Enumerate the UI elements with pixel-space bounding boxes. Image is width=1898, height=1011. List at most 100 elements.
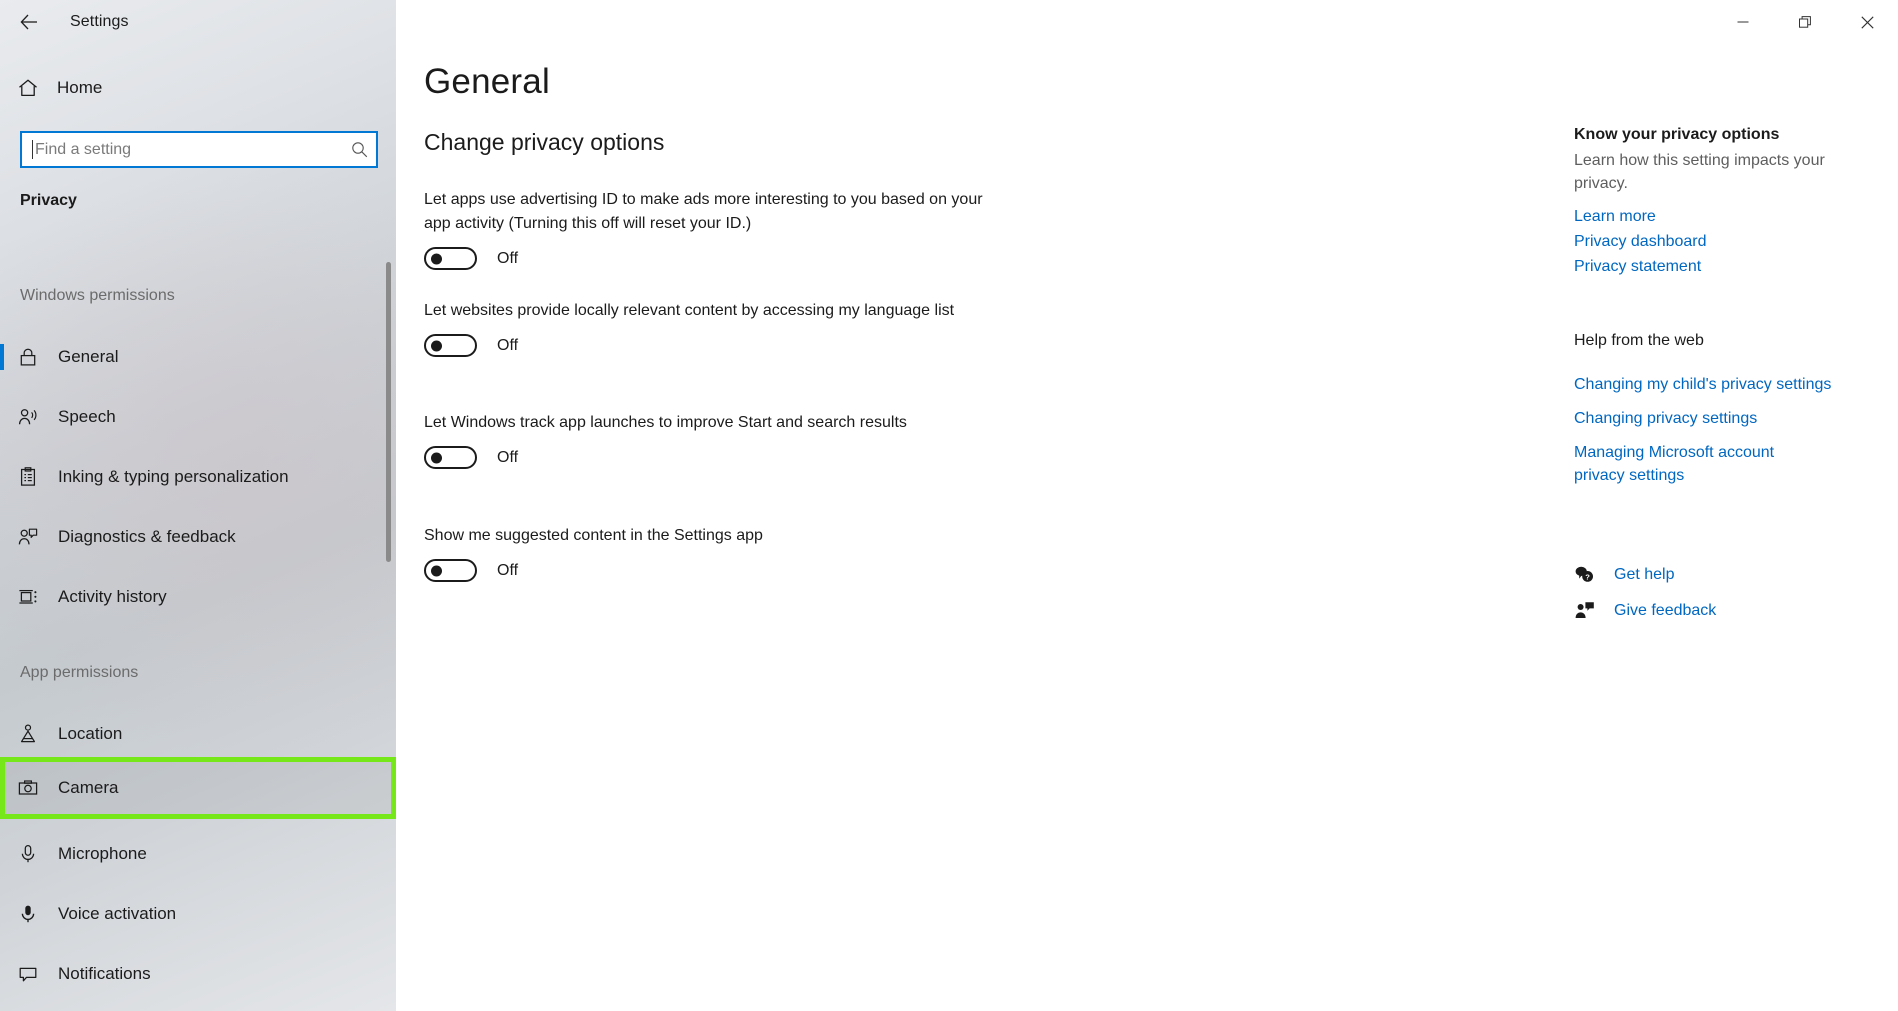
toggle-knob (431, 253, 442, 264)
sidebar-item-diagnostics-feedback[interactable]: Diagnostics & feedback (0, 507, 396, 567)
sidebar-home-label: Home (57, 78, 103, 97)
setting-suggested-content: Show me suggested content in the Setting… (424, 524, 984, 582)
sidebar-group-heading-windows-permissions: Windows permissions (20, 287, 175, 304)
speech-person-icon (17, 406, 47, 428)
settings-window: Settings Home Find a setting Privacy Win… (0, 0, 1898, 1011)
sidebar-item-label: Activity history (58, 587, 167, 606)
link-learn-more[interactable]: Learn more (1574, 204, 1874, 229)
search-placeholder: Find a setting (35, 140, 132, 158)
sidebar-group-heading-app-permissions: App permissions (20, 664, 139, 681)
close-icon (1860, 15, 1874, 29)
microphone-icon (17, 843, 47, 865)
sidebar-item-inking-typing-personalization[interactable]: Inking & typing personalization (0, 447, 396, 507)
question-bubble-icon: ? (1574, 564, 1608, 585)
page-title: General (424, 62, 550, 101)
setting-toggle-row: Off (424, 559, 984, 582)
activity-history-icon (17, 586, 47, 608)
toggle-state-label: Off (497, 561, 519, 579)
get-help-action[interactable]: ? Get help (1574, 564, 1874, 585)
maximize-restore-button[interactable] (1774, 0, 1836, 44)
toggle-knob (431, 340, 442, 351)
suggested-content-toggle[interactable] (424, 559, 477, 582)
give-feedback-action[interactable]: Give feedback (1574, 600, 1874, 621)
setting-language-list: Let websites provide locally relevant co… (424, 299, 984, 357)
sidebar-scroll-area: Home Find a setting Privacy Windows perm… (0, 0, 396, 1011)
link-changing-child-privacy-settings[interactable]: Changing my child's privacy settings (1574, 373, 1884, 396)
setting-description: Show me suggested content in the Setting… (424, 527, 763, 544)
search-input[interactable]: Find a setting (20, 131, 378, 168)
setting-toggle-row: Off (424, 334, 984, 357)
sidebar-item-microphone[interactable]: Microphone (0, 824, 396, 884)
toggle-state-label: Off (497, 249, 519, 267)
setting-toggle-row: Off (424, 247, 984, 270)
setting-description: Let websites provide locally relevant co… (424, 302, 955, 319)
sidebar-item-general[interactable]: General (0, 327, 396, 387)
setting-description: Let apps use advertising ID to make ads … (424, 191, 983, 232)
give-feedback-label[interactable]: Give feedback (1614, 602, 1716, 620)
title-bar: Settings (0, 0, 1898, 44)
sidebar-item-label: Voice activation (58, 904, 177, 923)
right-info-panel: Know your privacy options Learn how this… (1574, 0, 1898, 1011)
advertising-id-toggle[interactable] (424, 247, 477, 270)
sidebar-item-speech[interactable]: Speech (0, 387, 396, 447)
close-button[interactable] (1836, 0, 1898, 44)
sidebar-item-location[interactable]: Location (0, 704, 396, 764)
toggle-state-label: Off (497, 336, 519, 354)
sidebar-item-label: General (58, 347, 119, 366)
link-changing-privacy-settings[interactable]: Changing privacy settings (1574, 407, 1884, 430)
sidebar-item-home[interactable]: Home (0, 66, 396, 110)
sidebar-item-label: Speech (58, 407, 116, 426)
sidebar-item-camera[interactable]: Camera (0, 758, 396, 818)
clipboard-pen-icon (17, 466, 47, 488)
help-from-web-block: Help from the web Changing my child's pr… (1574, 332, 1884, 498)
app-launch-tracking-toggle[interactable] (424, 446, 477, 469)
sidebar-category-title: Privacy (20, 192, 77, 209)
location-pin-icon (17, 723, 47, 745)
feedback-person-icon (1574, 600, 1608, 621)
link-privacy-dashboard[interactable]: Privacy dashboard (1574, 229, 1874, 254)
sidebar-item-notifications[interactable]: Notifications (0, 944, 396, 1004)
sidebar-item-label: Notifications (58, 964, 151, 983)
notification-bubble-icon (17, 963, 47, 985)
sidebar-item-label: Camera (58, 778, 119, 797)
search-icon[interactable] (342, 141, 376, 158)
privacy-options-heading: Know your privacy options (1574, 126, 1780, 143)
svg-text:?: ? (1585, 573, 1590, 582)
voice-activation-icon (17, 903, 47, 925)
sidebar-item-label: Diagnostics & feedback (58, 527, 236, 546)
window-controls (1712, 0, 1898, 44)
sidebar-item-label: Location (58, 724, 123, 743)
link-managing-microsoft-account-privacy-settings[interactable]: Managing Microsoft account privacy setti… (1574, 441, 1824, 487)
sidebar-item-label: Microphone (58, 844, 147, 863)
back-arrow-icon (20, 14, 37, 30)
minimize-icon (1737, 21, 1749, 23)
camera-icon (17, 777, 47, 799)
help-links-list: Changing my child's privacy settings Cha… (1574, 373, 1884, 487)
panel-actions: ? Get help Give feedback (1574, 564, 1874, 636)
sidebar-item-label: Inking & typing personalization (58, 467, 289, 486)
section-title: Change privacy options (424, 129, 665, 155)
language-list-toggle[interactable] (424, 334, 477, 357)
privacy-links-list: Learn more Privacy dashboard Privacy sta… (1574, 204, 1874, 279)
back-button[interactable] (0, 0, 58, 44)
setting-description: Let Windows track app launches to improv… (424, 414, 907, 431)
person-feedback-icon (17, 526, 47, 548)
toggle-knob (431, 565, 442, 576)
search-caret (32, 140, 33, 159)
setting-advertising-id: Let apps use advertising ID to make ads … (424, 188, 984, 270)
home-icon (17, 77, 47, 99)
sidebar-item-activity-history[interactable]: Activity history (0, 567, 396, 627)
get-help-label[interactable]: Get help (1614, 566, 1674, 584)
toggle-knob (431, 452, 442, 463)
minimize-button[interactable] (1712, 0, 1774, 44)
sidebar-item-voice-activation[interactable]: Voice activation (0, 884, 396, 944)
sidebar-scrollbar[interactable] (386, 262, 391, 562)
link-privacy-statement[interactable]: Privacy statement (1574, 254, 1874, 279)
toggle-state-label: Off (497, 448, 519, 466)
window-title: Settings (70, 13, 129, 30)
privacy-options-description: Learn how this setting impacts your priv… (1574, 152, 1825, 192)
setting-app-launch-tracking: Let Windows track app launches to improv… (424, 411, 984, 469)
setting-toggle-row: Off (424, 446, 984, 469)
help-from-web-heading: Help from the web (1574, 332, 1704, 349)
restore-icon (1798, 15, 1811, 28)
